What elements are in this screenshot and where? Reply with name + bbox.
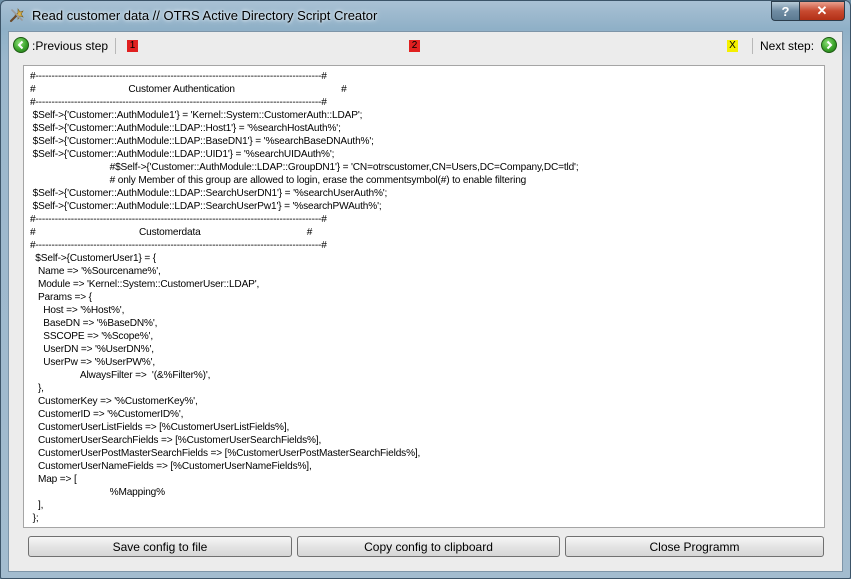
arrow-left-circle-icon[interactable] [13,37,29,53]
config-text: #---------------------------------------… [30,71,579,524]
help-button[interactable]: ? [771,1,799,21]
config-text-area[interactable]: #---------------------------------------… [23,65,825,528]
close-program-button[interactable]: Close Programm [565,536,824,557]
window-title: Read customer data // OTRS Active Direct… [32,8,378,23]
arrow-right-circle-icon[interactable] [821,37,837,53]
step-marker-2: 2 [409,40,420,52]
step-marker-x: X [727,40,738,52]
nav-separator [115,38,116,54]
tools-icon [9,8,24,23]
step-marker-1: 1 [127,40,138,52]
close-window-button[interactable]: ✕ [799,1,845,21]
copy-config-button[interactable]: Copy config to clipboard [297,536,560,557]
client-area: :Previous step 1 2 X Next step: #-------… [8,31,843,572]
save-config-button[interactable]: Save config to file [28,536,292,557]
app-window: Read customer data // OTRS Active Direct… [0,0,851,579]
title-bar[interactable]: Read customer data // OTRS Active Direct… [1,1,850,29]
previous-step-button[interactable]: :Previous step [32,39,108,53]
nav-separator [752,38,753,54]
window-controls: ? ✕ [771,1,845,21]
step-navigation-bar: :Previous step 1 2 X Next step: [9,32,842,60]
next-step-button[interactable]: Next step: [760,39,814,53]
